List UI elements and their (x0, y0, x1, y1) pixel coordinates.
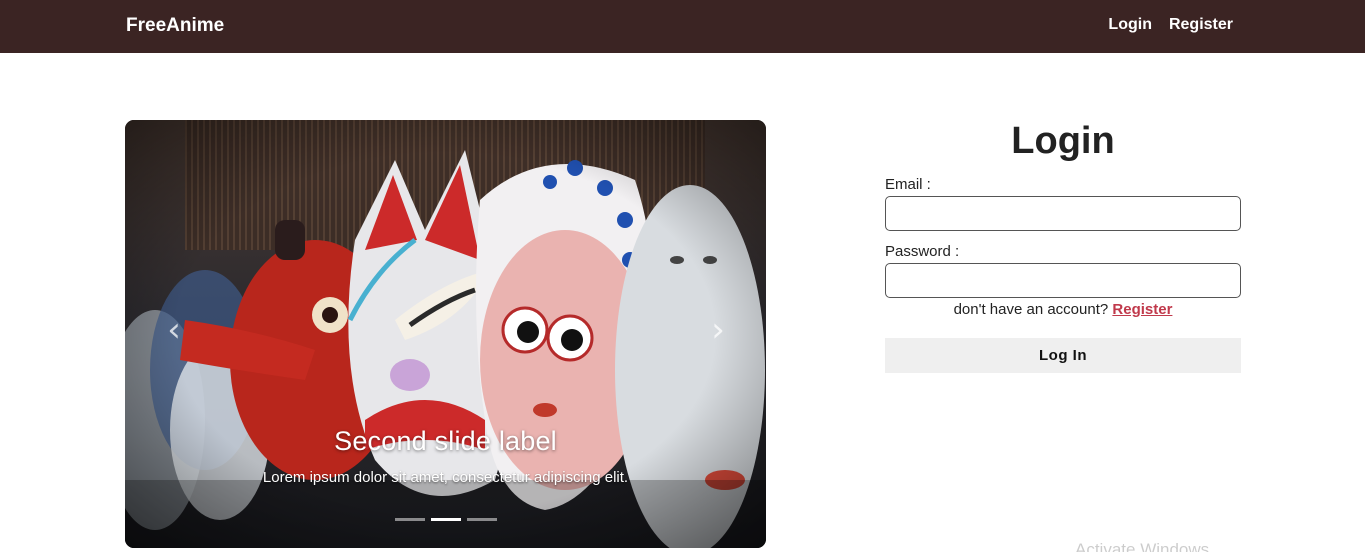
email-label: Email : (885, 176, 931, 193)
login-submit-button[interactable]: Log In (885, 338, 1241, 373)
carousel-indicator-2[interactable] (431, 518, 461, 521)
password-label: Password : (885, 243, 960, 260)
password-field[interactable] (885, 263, 1241, 298)
carousel-indicators (395, 518, 497, 521)
brand-logo-link[interactable]: FreeAnime (126, 15, 224, 37)
caption-title: Second slide label (334, 426, 557, 456)
login-form: Login Email : Password : don't have an a… (885, 120, 1241, 373)
register-link[interactable]: Register (1112, 301, 1172, 318)
carousel-next-button[interactable]: › (703, 310, 733, 350)
carousel-indicator-3[interactable] (467, 518, 497, 521)
nav-login-link[interactable]: Login (1108, 16, 1152, 34)
carousel-prev-button[interactable]: ‹ (159, 310, 189, 350)
carousel-indicator-1[interactable] (395, 518, 425, 521)
login-title: Login (1011, 120, 1115, 162)
nav-links: Login Register (1108, 16, 1233, 34)
email-field[interactable] (885, 196, 1241, 231)
caption-text: Lorem ipsum dolor sit amet, consectetur … (262, 469, 629, 486)
register-prompt: don't have an account? Register (885, 301, 1241, 318)
register-prompt-text: don't have an account? (953, 301, 1113, 318)
image-carousel: ‹ › Second slide label Lorem ipsum dolor… (125, 120, 766, 548)
carousel-caption: Second slide label Lorem ipsum dolor sit… (125, 426, 766, 486)
navbar: FreeAnime Login Register (0, 0, 1365, 53)
nav-register-link[interactable]: Register (1169, 16, 1233, 34)
activate-windows-watermark: Activate Windows (1075, 540, 1210, 552)
